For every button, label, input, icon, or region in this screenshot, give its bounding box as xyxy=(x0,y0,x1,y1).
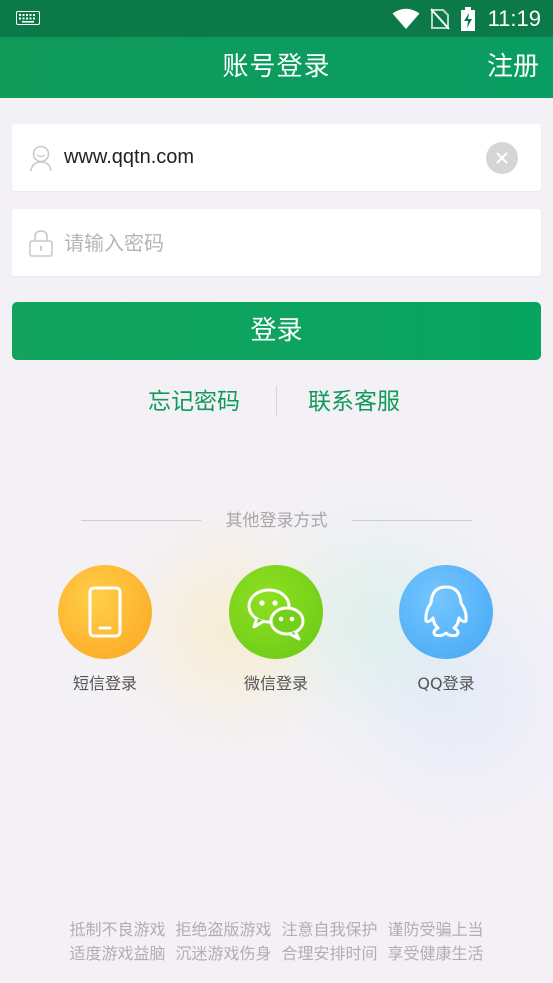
battery-charging-icon xyxy=(460,6,475,31)
wechat-login-label: 微信登录 xyxy=(243,674,308,693)
lock-icon xyxy=(29,230,53,257)
qq-login-circle xyxy=(399,565,493,659)
status-time: 11:19 xyxy=(487,5,541,31)
footer-text: 拒绝盗版游戏 xyxy=(175,920,272,939)
footer-text: 抵制不良游戏 xyxy=(69,920,166,939)
username-field-card[interactable]: www.qqtn.com xyxy=(12,124,541,191)
forgot-password-link[interactable]: 忘记密码 xyxy=(148,380,240,424)
footer-notice: 抵制不良游戏 拒绝盗版游戏 注意自我保护 谨防受骗上当 适度游戏益脑 沉迷游戏伤身 合理安… xyxy=(0,918,553,966)
footer-text: 注意自我保护 xyxy=(281,920,378,939)
sms-login-circle xyxy=(58,565,152,659)
footer-text: 适度游戏益脑 xyxy=(69,944,166,963)
wechat-login-button[interactable]: 微信登录 xyxy=(216,565,336,695)
link-divider xyxy=(276,386,277,416)
wechat-icon xyxy=(247,588,305,641)
footer-line-1: 抵制不良游戏 拒绝盗版游戏 注意自我保护 谨防受骗上当 xyxy=(0,918,553,942)
user-icon xyxy=(30,145,52,172)
sms-login-button[interactable]: 短信登录 xyxy=(45,565,165,695)
contact-service-link[interactable]: 联系客服 xyxy=(308,380,400,424)
phone-icon xyxy=(88,586,122,638)
clear-username-button[interactable] xyxy=(486,142,518,174)
wifi-icon xyxy=(392,8,420,29)
close-icon xyxy=(496,152,508,164)
register-button[interactable]: 注册 xyxy=(487,37,539,98)
qq-login-label: QQ登录 xyxy=(417,674,475,693)
divider-line-left xyxy=(81,520,201,521)
password-input[interactable] xyxy=(64,223,484,263)
title-bar: 账号登录 注册 xyxy=(0,37,553,98)
footer-text: 享受健康生活 xyxy=(387,944,484,963)
sms-login-label: 短信登录 xyxy=(72,674,137,693)
status-icons: 11:19 xyxy=(392,0,541,37)
footer-text: 合理安排时间 xyxy=(281,944,378,963)
password-field-card[interactable] xyxy=(12,209,541,276)
no-sim-icon xyxy=(429,7,450,30)
page-title: 账号登录 xyxy=(222,52,331,82)
wechat-login-circle xyxy=(229,565,323,659)
footer-text: 沉迷游戏伤身 xyxy=(175,944,272,963)
username-input[interactable]: www.qqtn.com xyxy=(64,124,194,191)
footer-text: 谨防受骗上当 xyxy=(387,920,484,939)
login-button[interactable]: 登录 xyxy=(12,302,541,360)
qq-login-button[interactable]: QQ登录 xyxy=(386,565,506,695)
other-login-label: 其他登录方式 xyxy=(225,511,328,531)
divider-line-right xyxy=(352,520,472,521)
qq-icon xyxy=(424,585,468,638)
status-bar: 11:19 xyxy=(0,0,553,37)
keyboard-icon xyxy=(16,11,40,25)
footer-line-2: 适度游戏益脑 沉迷游戏伤身 合理安排时间 享受健康生活 xyxy=(0,942,553,966)
